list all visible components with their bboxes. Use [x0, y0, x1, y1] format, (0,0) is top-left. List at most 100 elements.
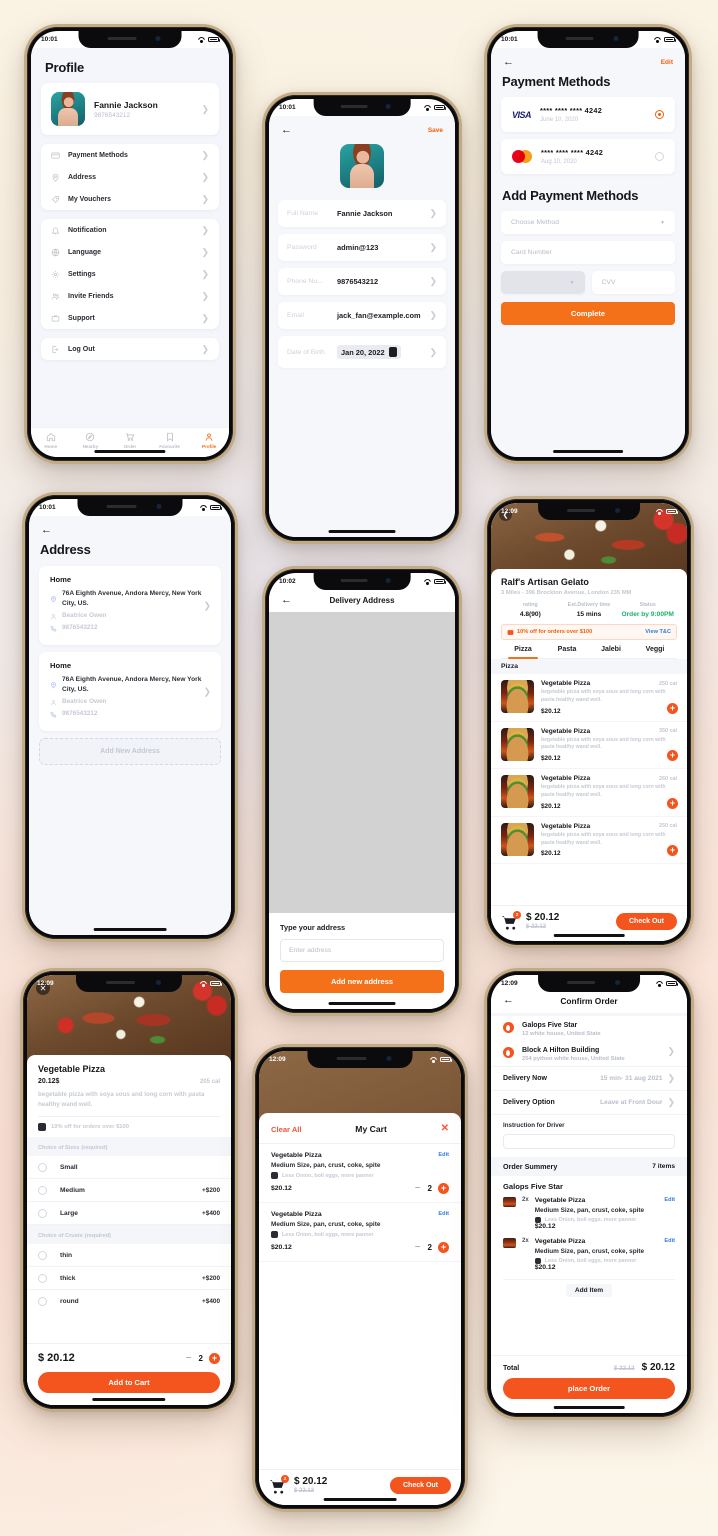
tab-order[interactable]: Order [110, 432, 150, 449]
item-name: Vegetable Pizza [541, 727, 591, 735]
field-password[interactable]: Password admin@123 ❯ [278, 234, 446, 261]
profile-card[interactable]: Fannie Jackson 9876543212 ❯ [41, 83, 219, 135]
save-button[interactable]: Save [428, 127, 443, 134]
map-view[interactable] [269, 612, 455, 913]
avatar[interactable] [340, 144, 384, 188]
option-small[interactable]: Small [27, 1156, 231, 1180]
menu-label: Language [68, 248, 102, 256]
field-email[interactable]: Email jack_fan@example.com ❯ [278, 302, 446, 329]
edit-link[interactable]: Edit [438, 1211, 449, 1217]
increment-button[interactable]: + [209, 1352, 220, 1364]
check-out-button[interactable]: Check Out [615, 912, 677, 930]
add-item-button[interactable]: + [667, 797, 678, 809]
back-arrow-icon[interactable]: ← [41, 525, 52, 536]
menu-item-my-vouchers[interactable]: My Vouchers ❯ [41, 188, 219, 210]
menu-item-language[interactable]: Language ❯ [41, 241, 219, 263]
calendar-icon[interactable] [388, 347, 397, 357]
menu-item[interactable]: Vegetable Pizza 250 cal begetable pizza w… [491, 674, 687, 722]
edit-link[interactable]: Edit [438, 1152, 449, 1158]
promo-banner[interactable]: 10% off for orders over $100 View T&C [501, 624, 677, 640]
menu-item-settings[interactable]: Settings ❯ [41, 263, 219, 285]
tab-jalebi[interactable]: Jalebi [589, 646, 633, 658]
tab-profile[interactable]: Profile [189, 432, 229, 449]
tab-favourite[interactable]: Favourite [150, 432, 190, 449]
check-out-button[interactable]: Check Out [389, 1476, 451, 1494]
field-full-name[interactable]: Full Name Fannie Jackson ❯ [278, 200, 446, 227]
menu-item[interactable]: Vegetable Pizza 260 cal begetable pizza w… [491, 769, 687, 817]
cart-item: Vegetable Pizza Edit Medium Size, pan, cr… [259, 1203, 461, 1262]
complete-button[interactable]: Complete [501, 302, 675, 325]
edit-link[interactable]: Edit [664, 1238, 675, 1244]
menu-item-log-out[interactable]: Log Out ❯ [41, 338, 219, 360]
clear-all-button[interactable]: Clear All [271, 1125, 302, 1134]
radio-icon[interactable] [38, 1296, 47, 1306]
option-thin[interactable]: thin [27, 1244, 231, 1268]
delivery-now-row[interactable]: Delivery Now 15 min- 31 aug 2021 ❯ [491, 1066, 687, 1090]
notch [538, 503, 640, 520]
field-phone-number[interactable]: Phone Nu... 9876543212 ❯ [278, 268, 446, 295]
option-round[interactable]: round +$400 [27, 1290, 231, 1312]
decrement-button[interactable]: − [415, 1242, 421, 1253]
tab-pasta[interactable]: Pasta [545, 646, 589, 658]
cart-icon[interactable]: 2 [501, 910, 521, 930]
card-number-input[interactable]: Card Number [501, 241, 675, 264]
stat-label: rating [522, 602, 538, 608]
address-card[interactable]: Home 76A Eighth Avenue, Andora Mercy, Ne… [39, 566, 221, 646]
expiry-select[interactable]: ▼ [501, 271, 585, 294]
option-medium[interactable]: Medium +$200 [27, 1179, 231, 1203]
address-card[interactable]: Home 76A Eighth Avenue, Andora Mercy, Ne… [39, 652, 221, 732]
delivery-option-row[interactable]: Delivery Option Leave at Front Dour ❯ [491, 1090, 687, 1114]
decrement-button[interactable]: − [186, 1353, 192, 1364]
decrement-button[interactable]: − [415, 1183, 421, 1194]
notch [313, 99, 411, 116]
address-input[interactable]: Enter address [280, 939, 444, 962]
menu-item[interactable]: Vegetable Pizza 250 cal begetable pizza w… [491, 817, 687, 865]
option-thick[interactable]: thick +$200 [27, 1267, 231, 1291]
option-large[interactable]: Large +$400 [27, 1202, 231, 1226]
dropoff-location[interactable]: Block A Hilton Building 254 python white… [491, 1041, 687, 1066]
chevron-right-icon: ❯ [201, 343, 209, 354]
menu-item-address[interactable]: Address ❯ [41, 166, 219, 188]
cvv-input[interactable]: CVV [591, 271, 675, 294]
radio-selected-icon[interactable] [655, 110, 664, 119]
view-terms-link[interactable]: View T&C [645, 629, 671, 635]
tab-veggi[interactable]: Veggi [633, 646, 677, 658]
back-arrow-icon[interactable]: ← [503, 57, 514, 68]
place-order-button[interactable]: place Order [503, 1378, 675, 1399]
field-label: Email [287, 312, 304, 319]
close-icon[interactable]: ✕ [441, 1124, 449, 1134]
add-to-cart-button[interactable]: Add to Cart [38, 1372, 220, 1393]
add-item-row[interactable]: Add Item [503, 1279, 675, 1301]
field-date-of-birth[interactable]: Date of Birth Jan 20, 2022 ❯ [278, 336, 446, 368]
menu-item-notification[interactable]: Notification ❯ [41, 219, 219, 241]
increment-button[interactable]: + [438, 1183, 449, 1194]
add-new-address-button[interactable]: Add new address [280, 970, 444, 993]
page-title: Address [40, 542, 91, 557]
radio-icon[interactable] [38, 1185, 47, 1195]
increment-button[interactable]: + [438, 1242, 449, 1253]
menu-item-invite-friends[interactable]: Invite Friends ❯ [41, 285, 219, 307]
instruction-input[interactable] [503, 1134, 675, 1149]
menu-item-support[interactable]: Support ❯ [41, 307, 219, 329]
payment-card-visa[interactable]: VISA **** **** **** 4242 June 10, 2020 [501, 97, 675, 132]
add-item-button[interactable]: + [667, 702, 678, 714]
input-placeholder: Enter address [289, 947, 332, 954]
radio-icon[interactable] [38, 1208, 47, 1218]
cart-icon[interactable]: 2 [269, 1474, 289, 1494]
choose-method-select[interactable]: Choose Method ▼ [501, 211, 675, 234]
tab-nearby[interactable]: Nearby [71, 432, 111, 449]
radio-unselected-icon[interactable] [655, 152, 664, 161]
add-new-address-button[interactable]: Add New Address [39, 738, 221, 766]
menu-item-payment-methods[interactable]: Payment Methods ❯ [41, 144, 219, 166]
tab-pizza[interactable]: Pizza [501, 646, 545, 659]
payment-card-mastercard[interactable]: **** **** **** 4242 Aug 10, 2020 [501, 139, 675, 174]
menu-item[interactable]: Vegetable Pizza 350 cal begetable pizza w… [491, 722, 687, 770]
radio-icon[interactable] [38, 1162, 47, 1172]
radio-icon[interactable] [38, 1273, 47, 1283]
edit-link[interactable]: Edit [664, 1197, 675, 1203]
tab-home[interactable]: Home [31, 432, 71, 449]
crust-section-header: Choice of Crusts (required) [27, 1225, 231, 1245]
back-arrow-icon[interactable]: ← [281, 125, 292, 136]
edit-button[interactable]: Edit [661, 59, 673, 66]
radio-icon[interactable] [38, 1250, 47, 1260]
